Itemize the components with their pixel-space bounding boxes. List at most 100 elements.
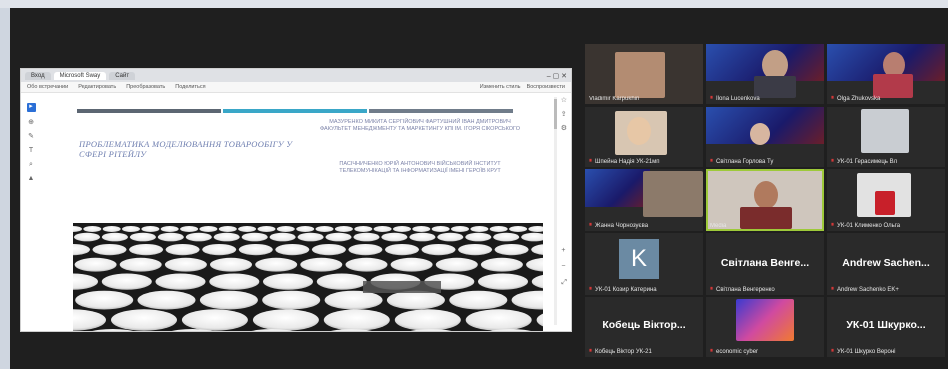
decorative-disc	[119, 257, 162, 272]
participant-name: Світлана Горлова Ту	[716, 158, 774, 165]
decorative-disc	[83, 226, 102, 232]
scrollbar-thumb[interactable]	[554, 99, 557, 129]
text-icon[interactable]: T	[29, 147, 33, 154]
decorative-disc	[431, 226, 450, 232]
decorative-disc	[74, 232, 100, 242]
decorative-disc	[165, 244, 200, 256]
fit-icon[interactable]: ⤢	[561, 279, 567, 286]
decorative-disc	[129, 232, 156, 242]
participant-tile[interactable]: ⏸ Шпейна Надія УК-21мп	[585, 107, 703, 167]
decorative-disc	[465, 309, 532, 331]
decorative-disc	[199, 226, 218, 232]
participant-name: Шпейна Надія УК-21мп	[595, 158, 660, 165]
cursor-tool-icon[interactable]: ▸	[26, 103, 36, 112]
zoom-toolbar: + − ⤢	[561, 247, 567, 286]
decorative-disc	[92, 244, 127, 256]
participant-tile[interactable]: УК-01 Шкурко... ⏸ УК-01 Шкурко Вероні	[827, 297, 945, 357]
browser-tab[interactable]: Вход	[25, 71, 51, 80]
decorative-disc	[449, 290, 508, 310]
participant-tile[interactable]: ⏸ Жанна Чорнозуєва	[585, 169, 703, 231]
decorative-discs-image	[73, 223, 543, 331]
decorative-disc	[421, 244, 456, 256]
title-stripe	[369, 109, 513, 113]
participant-name: УК-01 Герасимець Вл	[837, 158, 898, 165]
participant-name: Andrew Sachenko EK+	[837, 286, 899, 293]
participant-tile[interactable]: ⏸ economic cyber	[706, 297, 824, 357]
popup-overlay	[363, 281, 441, 293]
menu-item[interactable]: Преобразовать	[126, 84, 165, 90]
decorative-disc	[494, 244, 529, 256]
participant-display-name: УК-01 Шкурко...	[846, 319, 926, 331]
participant-name: Olga Zhukovska	[837, 95, 881, 102]
decorative-disc	[493, 232, 520, 242]
settings-icon[interactable]: ⚙	[561, 125, 567, 132]
zoom-icon[interactable]: ⊕	[28, 119, 34, 126]
top-edge	[0, 0, 948, 8]
participant-name: Vladimir Karpukhin	[589, 96, 640, 102]
decorative-disc	[255, 257, 298, 272]
participant-tile-active-speaker[interactable]: Media	[706, 169, 824, 231]
decorative-disc	[111, 309, 177, 331]
share-icon[interactable]: ⇪	[561, 111, 567, 118]
author-block: ПАСІЧНИЧЕНКО ЮРІЙ АНТОНОВИЧ ВІЙСЬКОВИЙ І…	[339, 161, 501, 174]
zoom-in-icon[interactable]: +	[561, 247, 567, 254]
participant-tile[interactable]: Vladimir Karpukhin	[585, 44, 703, 104]
participant-tile[interactable]: ⏸ УК-01 Клименко Ольга	[827, 169, 945, 231]
participant-tile[interactable]: Кобець Віктор... ⏸ Кобець Віктор УК-21	[585, 297, 703, 357]
decorative-disc	[180, 226, 199, 232]
participant-tile[interactable]: Світлана Венге... ⏸ Світлана Венгеренко	[706, 233, 824, 295]
title-stripe	[223, 109, 367, 113]
participant-name: Ilona Lucenkova	[716, 95, 760, 102]
participant-logo	[736, 299, 794, 341]
decorative-disc	[275, 244, 310, 256]
muted-mic-icon: ⏸	[589, 348, 593, 354]
decorative-disc	[489, 226, 508, 232]
decorative-disc	[160, 226, 179, 232]
decorative-disc	[435, 257, 478, 272]
participant-video	[615, 52, 665, 98]
decorative-disc	[218, 226, 237, 232]
participant-tile[interactable]: ⏸ УК-01 Герасимець Вл	[827, 107, 945, 167]
left-edge	[0, 8, 10, 369]
participant-tile[interactable]: ⏸ Olga Zhukovska	[827, 44, 945, 104]
participant-tile[interactable]: Andrew Sachen... ⏸ Andrew Sachenko EK+	[827, 233, 945, 295]
presentation-slide: ПРОБЛЕМАТИКА МОДЕЛЮВАННЯ ТОВАРООБІГУ У С…	[73, 99, 543, 331]
shared-screen[interactable]: Вход Microsoft Sway Сайт – ▢ ✕ Обо встре…	[20, 68, 572, 332]
scrollbar[interactable]	[554, 97, 557, 325]
menu-item[interactable]: Поделиться	[175, 84, 205, 90]
decorative-disc	[269, 232, 296, 242]
participant-tile[interactable]: ⏸ Світлана Горлова Ту	[706, 107, 824, 167]
bookmark-icon[interactable]: ☆	[561, 97, 567, 104]
decorative-disc	[390, 257, 433, 272]
menu-item[interactable]: Обо встречании	[27, 84, 68, 90]
menu-item[interactable]: Редактировать	[78, 84, 116, 90]
menu-item-right[interactable]: Воспроизвести	[527, 84, 565, 90]
menu-item-right[interactable]: Изменить стиль	[480, 84, 521, 90]
highlight-icon[interactable]: ▲	[28, 175, 35, 182]
participant-display-name: Світлана Венге...	[720, 257, 810, 269]
pen-icon[interactable]: ✎	[28, 133, 34, 140]
decorative-disc	[241, 232, 268, 242]
participant-tile[interactable]: K ⏸ УК-01 Козир Катерина	[585, 233, 703, 295]
search-icon[interactable]: ⌕	[29, 161, 33, 168]
decorative-disc	[353, 232, 380, 242]
browser-tab-active[interactable]: Microsoft Sway	[53, 71, 107, 80]
decorative-disc	[373, 226, 392, 232]
decorative-disc	[381, 232, 408, 242]
decorative-disc	[141, 226, 160, 232]
decorative-disc	[101, 273, 152, 290]
decorative-disc	[75, 290, 134, 310]
browser-tab[interactable]: Сайт	[109, 71, 136, 80]
decorative-disc	[157, 232, 184, 242]
zoom-out-icon[interactable]: −	[561, 263, 567, 270]
decorative-disc	[451, 226, 469, 232]
background-banner	[585, 169, 650, 208]
avatar: K	[619, 239, 659, 279]
video-conference-window: Вход Microsoft Sway Сайт – ▢ ✕ Обо встре…	[0, 0, 948, 369]
decorative-disc	[354, 226, 373, 232]
participant-name: Media	[710, 223, 727, 229]
muted-mic-icon: ⏸	[831, 158, 835, 164]
window-controls-icon[interactable]: – ▢ ✕	[543, 72, 571, 80]
participant-tile[interactable]: ⏸ Ilona Lucenkova	[706, 44, 824, 104]
sway-menu-bar: Обо встречании Редактировать Преобразова…	[21, 82, 571, 93]
